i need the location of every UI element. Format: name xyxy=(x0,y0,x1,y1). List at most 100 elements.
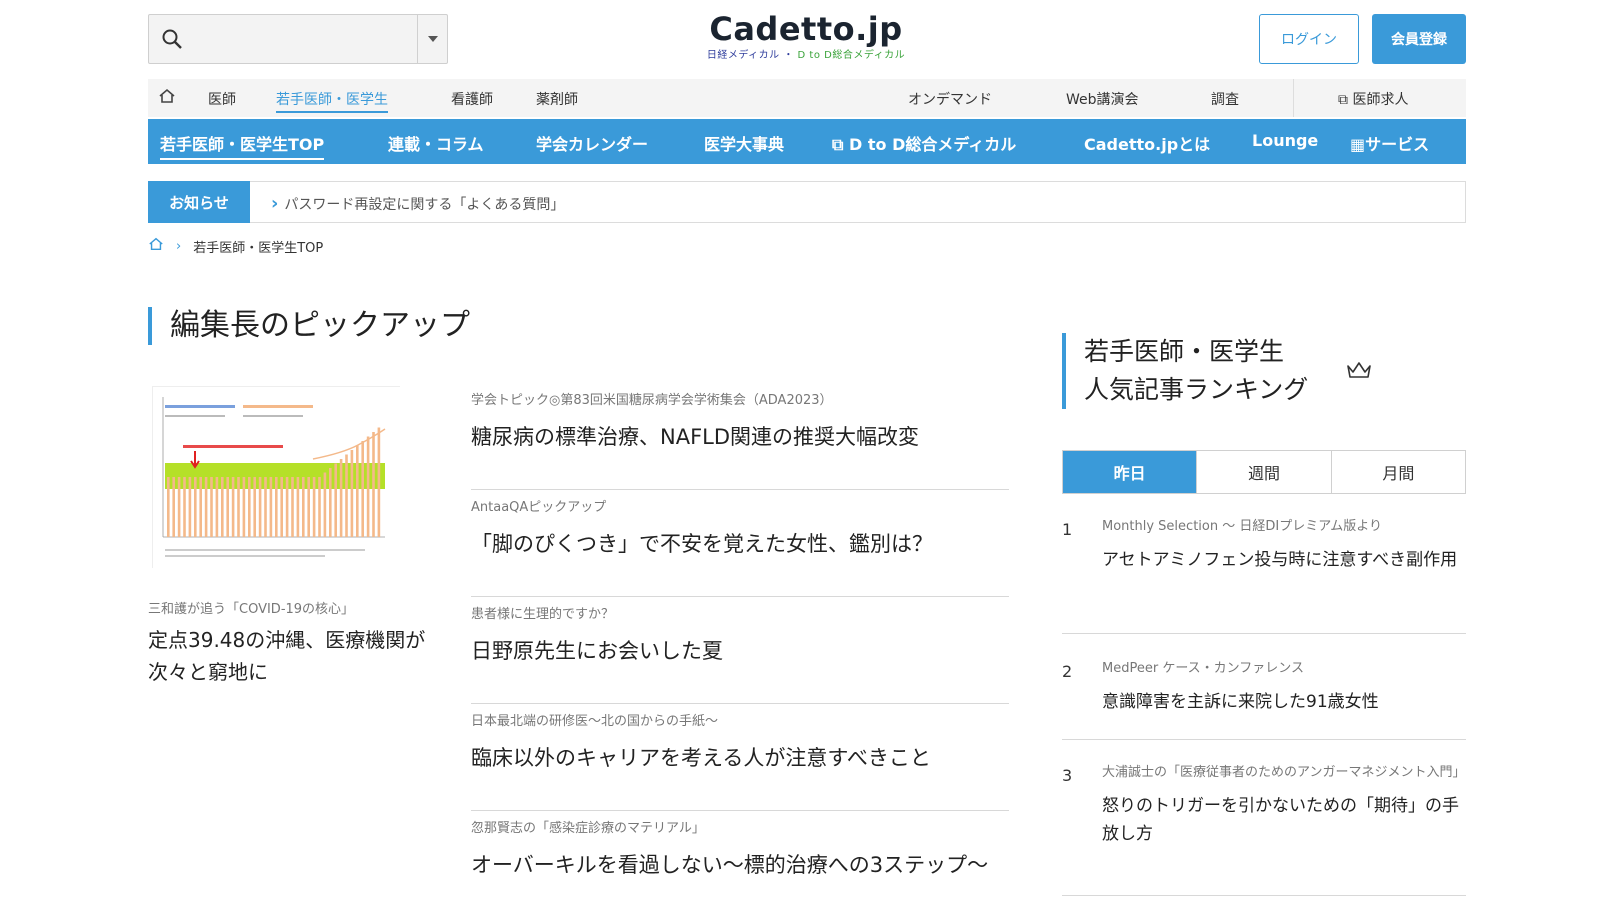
thumbnail-bar xyxy=(183,477,186,537)
bluenav-item-dtod[interactable]: ⧉ D to D総合メディカル xyxy=(832,131,1016,155)
thumbnail-bar xyxy=(356,445,359,537)
notice-bar: お知らせ パスワード再設定に関する「よくある質問」 xyxy=(148,181,1466,223)
thumbnail-bar xyxy=(269,477,273,537)
thumbnail-bar xyxy=(199,477,202,537)
tab-monthly[interactable]: 月間 xyxy=(1330,451,1465,493)
topnav-item-jobs[interactable]: ⧉ 医師求人 xyxy=(1338,89,1408,109)
login-button[interactable]: ログイン xyxy=(1259,14,1359,64)
ranking-number: 3 xyxy=(1062,766,1073,785)
notice-link[interactable]: パスワード再設定に関する「よくある質問」 xyxy=(271,193,564,214)
topnav-item-nurse[interactable]: 看護師 xyxy=(451,89,493,109)
site-logo[interactable]: Cadetto.jp 日経メディカル ・ D to D総合メディカル xyxy=(706,10,906,61)
ranking-label: Monthly Selection 〜 日経DIプレミアム版より xyxy=(1102,519,1383,534)
top-nav: 医師 若手医師・医学生 看護師 薬剤師 オンデマンド Web講演会 調査 ⧉ 医… xyxy=(148,79,1466,117)
ranking-title[interactable]: アセトアミノフェン投与時に注意すべき副作用 xyxy=(1102,546,1466,574)
list-item[interactable]: 患者様に生理的ですか？ 日野原先生にお会いした夏 xyxy=(471,597,1009,704)
thumbnail-bar xyxy=(237,477,240,537)
list-item-label: 忽那賢志の「感染症診療のマテリアル」 xyxy=(471,821,705,836)
ranking-number: 2 xyxy=(1062,662,1073,681)
thumbnail-bar xyxy=(172,477,175,537)
topnav-item-webinar[interactable]: Web講演会 xyxy=(1066,89,1139,109)
thumbnail-bar xyxy=(302,477,305,537)
thumbnail-bar xyxy=(312,477,316,537)
list-item[interactable]: AntaaQAピックアップ 「脚のぴくつき」で不安を覚えた女性、鑑別は？ xyxy=(471,490,1009,597)
list-item-label: 学会トピック◎第83回米国糖尿病学会学術集会（ADA2023） xyxy=(471,393,833,408)
thumbnail-bar xyxy=(215,477,219,537)
thumbnail-bar xyxy=(210,477,213,537)
chevron-down-icon[interactable] xyxy=(417,15,447,63)
breadcrumb-current: 若手医師・医学生TOP xyxy=(193,240,324,256)
feature-thumbnail[interactable] xyxy=(152,386,401,569)
thumbnail-bar xyxy=(323,472,327,537)
search-box[interactable] xyxy=(148,14,448,64)
feature-label[interactable]: 三和護が追う「COVID-19の核心」 xyxy=(148,598,354,617)
thumbnail-bar xyxy=(350,450,354,537)
thumbnail-bar xyxy=(231,477,235,537)
thumbnail-bar xyxy=(372,432,375,537)
picks-list: 学会トピック◎第83回米国糖尿病学会学術集会（ADA2023） 糖尿病の標準治療… xyxy=(471,383,1009,900)
topnav-item-ondemand[interactable]: オンデマンド xyxy=(908,89,992,109)
list-item[interactable]: 日本最北端の研修医〜北の国からの手紙〜 臨床以外のキャリアを考える人が注意すべき… xyxy=(471,704,1009,811)
list-item[interactable]: 学会トピック◎第83回米国糖尿病学会学術集会（ADA2023） 糖尿病の標準治療… xyxy=(471,383,1009,490)
feature-title[interactable]: 定点39.48の沖縄、医療機関が次々と窮地に xyxy=(148,624,438,688)
thumbnail-bar xyxy=(280,477,283,537)
ranking-item[interactable]: 1 Monthly Selection 〜 日経DIプレミアム版より アセトアミ… xyxy=(1062,512,1466,634)
bluenav-item-encyclopedia[interactable]: 医学大事典 xyxy=(704,131,784,155)
register-button[interactable]: 会員登録 xyxy=(1372,14,1466,64)
list-item-title[interactable]: 臨床以外のキャリアを考える人が注意すべきこと xyxy=(471,741,1009,775)
topnav-item-pharmacist[interactable]: 薬剤師 xyxy=(536,89,578,109)
list-item-label: AntaaQAピックアップ xyxy=(471,500,607,515)
grid-icon: ▦ xyxy=(1350,135,1366,154)
bluenav-item-columns[interactable]: 連載・コラム xyxy=(388,131,484,155)
list-item-title[interactable]: 糖尿病の標準治療、NAFLD関連の推奨大幅改変 xyxy=(471,420,1009,454)
thumbnail-bar xyxy=(264,477,267,537)
logo-sub-dtod: D to D総合メディカル xyxy=(797,50,906,61)
thumbnail-bar xyxy=(188,477,192,537)
thumbnail-bar xyxy=(361,441,364,537)
bluenav-item-services[interactable]: ▦サービス xyxy=(1350,131,1429,155)
chevron-right-icon: › xyxy=(176,238,182,254)
ranking-heading: 若手医師・医学生 人気記事ランキング xyxy=(1062,333,1371,409)
thumbnail-bar xyxy=(285,477,289,537)
list-item-title[interactable]: 「脚のぴくつき」で不安を覚えた女性、鑑別は？ xyxy=(471,527,1009,561)
notice-tag: お知らせ xyxy=(148,181,250,223)
thumbnail-bar xyxy=(167,477,170,537)
tab-yesterday[interactable]: 昨日 xyxy=(1063,451,1197,493)
ranking-item[interactable]: 3 大浦誠士の「医療従事者のためのアンガーマネジメント入門」 怒りのトリガーを引… xyxy=(1062,740,1466,896)
home-icon[interactable] xyxy=(158,87,176,109)
thumbnail-bar xyxy=(253,477,256,537)
breadcrumb: › 若手医師・医学生TOP xyxy=(148,236,323,256)
ranking-tabs: 昨日 週間 月間 xyxy=(1062,450,1466,494)
topnav-jobs-label: 医師求人 xyxy=(1352,92,1409,108)
thumbnail-bar xyxy=(334,463,337,537)
list-item-title[interactable]: 日野原先生にお会いした夏 xyxy=(471,634,1009,668)
thumbnail-bar xyxy=(221,477,224,537)
bluenav-item-about[interactable]: Cadetto.jpとは xyxy=(1084,131,1210,155)
picks-heading: 編集長のピックアップ xyxy=(148,307,470,345)
bluenav-item-top[interactable]: 若手医師・医学生TOP xyxy=(160,131,325,160)
external-link-icon: ⧉ xyxy=(1338,92,1353,108)
thumbnail-bar xyxy=(226,477,229,537)
thumbnail-bar xyxy=(204,477,208,537)
list-item[interactable]: 忽那賢志の「感染症診療のマテリアル」 オーバーキルを看過しない〜標的治療への3ス… xyxy=(471,811,1009,900)
bluenav-item-lounge[interactable]: Lounge xyxy=(1252,131,1318,150)
section-nav: 若手医師・医学生TOP 連載・コラム 学会カレンダー 医学大事典 ⧉ D to … xyxy=(148,119,1466,164)
bluenav-item-calendar[interactable]: 学会カレンダー xyxy=(536,131,648,155)
breadcrumb-home-icon[interactable] xyxy=(148,236,164,256)
thumbnail-bar xyxy=(258,477,262,537)
topnav-item-young-doctor[interactable]: 若手医師・医学生 xyxy=(276,89,388,113)
ranking-item[interactable]: 2 MedPeer ケース・カンファレンス 意識障害を主訴に来院した91歳女性 xyxy=(1062,634,1466,740)
list-item-title[interactable]: オーバーキルを看過しない〜標的治療への3ステップ〜 xyxy=(471,848,991,882)
thumbnail-bar xyxy=(329,468,332,537)
ranking-title[interactable]: 意識障害を主訴に来院した91歳女性 xyxy=(1102,688,1466,716)
topnav-item-survey[interactable]: 調査 xyxy=(1211,89,1239,109)
ranking-heading-line2: 人気記事ランキング xyxy=(1084,375,1309,404)
ranking-title[interactable]: 怒りのトリガーを引かないための「期待」の手放し方 xyxy=(1102,792,1466,848)
thumbnail-bar xyxy=(248,477,251,537)
ranking-label: 大浦誠士の「医療従事者のためのアンガーマネジメント入門」 xyxy=(1102,765,1466,780)
topnav-divider xyxy=(1293,79,1294,117)
thumbnail-bar xyxy=(194,477,197,537)
thumbnail-bar xyxy=(345,454,348,537)
tab-weekly[interactable]: 週間 xyxy=(1196,451,1330,493)
topnav-item-doctor[interactable]: 医師 xyxy=(208,89,236,109)
